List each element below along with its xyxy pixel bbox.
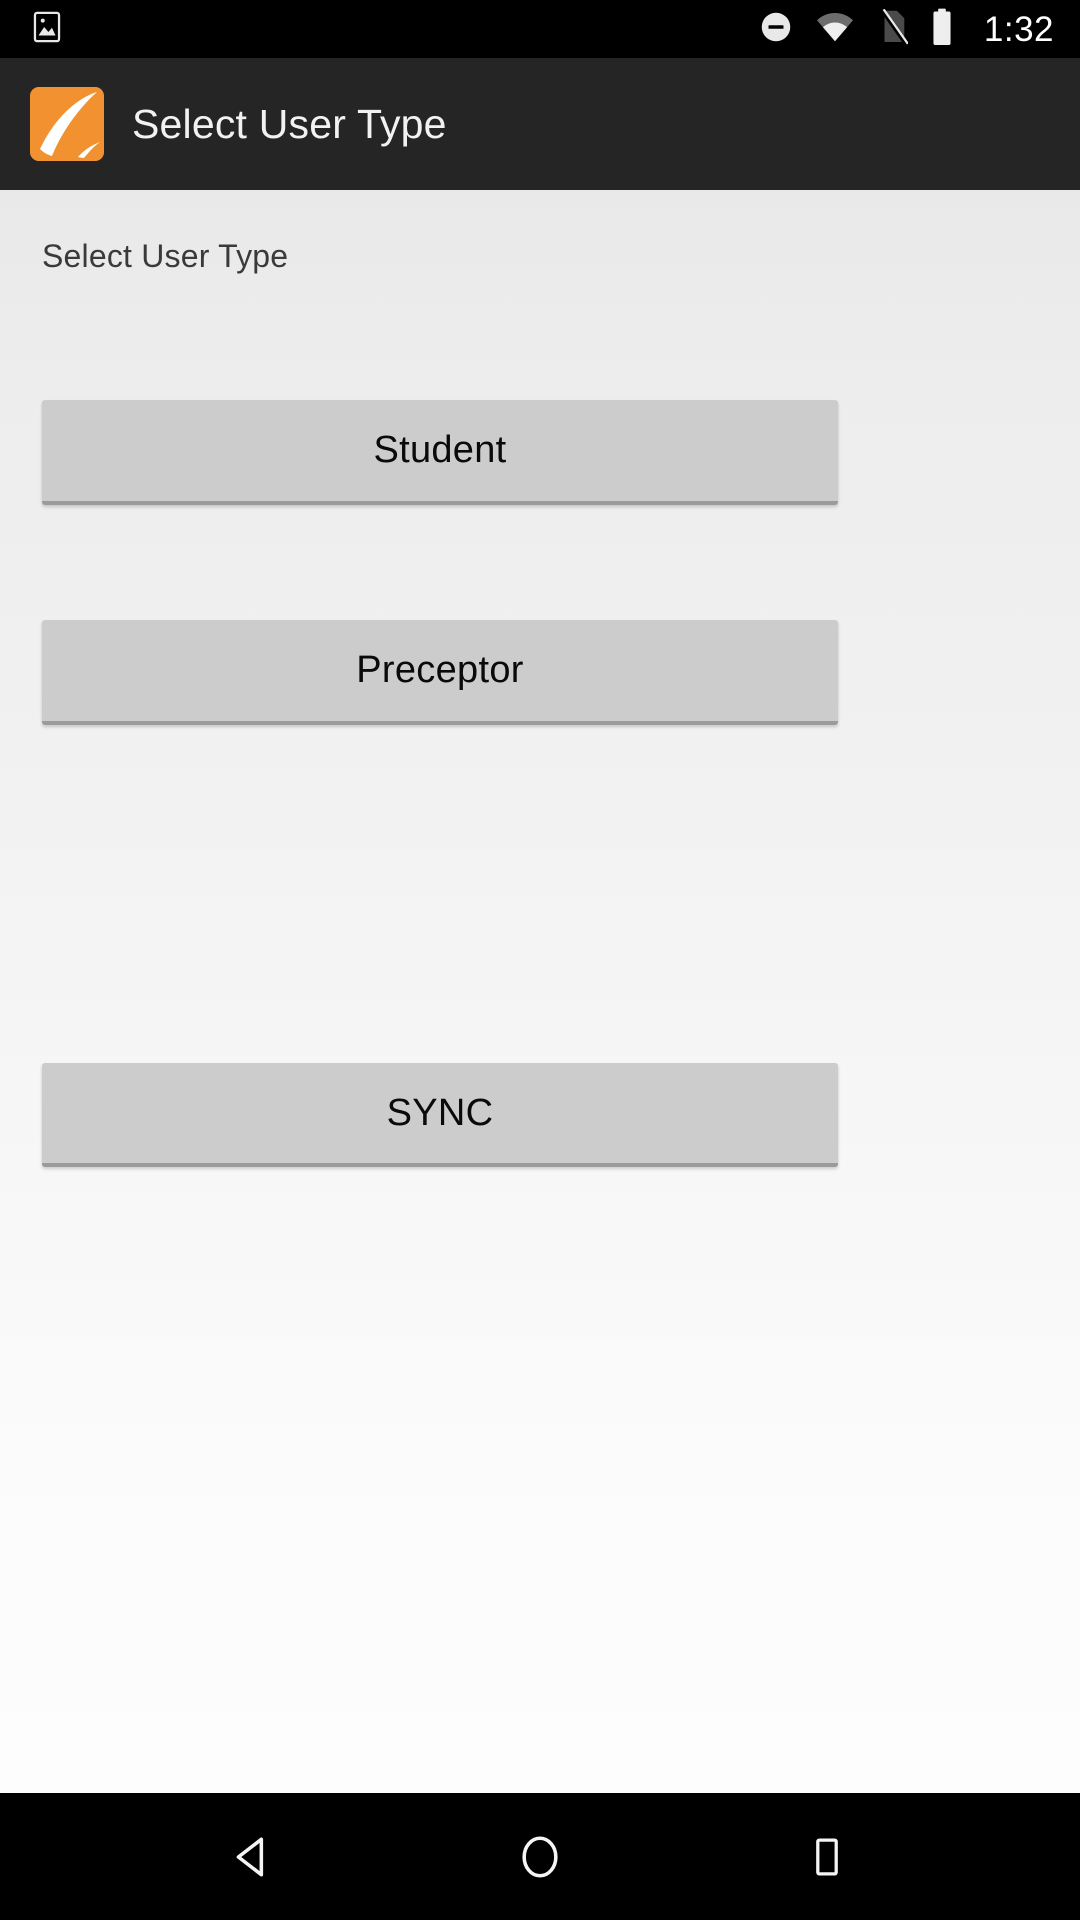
home-circle-icon[interactable]	[480, 1793, 600, 1920]
section-label: Select User Type	[42, 238, 289, 274]
status-bar-system-icons: 1:32	[758, 8, 1054, 51]
do-not-disturb-icon	[758, 9, 794, 50]
main-content: Select User Type Student Preceptor SYNC	[0, 190, 1080, 1793]
sync-button[interactable]: SYNC	[42, 1063, 838, 1167]
no-sim-card-icon	[876, 8, 909, 50]
back-triangle-icon[interactable]	[193, 1793, 313, 1920]
wifi-icon	[816, 12, 854, 47]
app-bar-title: Select User Type	[132, 100, 447, 147]
image-icon	[30, 10, 64, 49]
status-bar-clock: 1:32	[983, 9, 1054, 49]
status-bar-notifications	[30, 10, 64, 49]
battery-full-icon	[930, 8, 954, 51]
app-bar: Select User Type	[0, 58, 1080, 190]
preceptor-button[interactable]: Preceptor	[42, 620, 838, 725]
app-logo-leaf-icon	[30, 87, 104, 161]
navigation-bar	[0, 1793, 1080, 1920]
student-button[interactable]: Student	[42, 400, 838, 505]
android-screen: 1:32 Select User Type Select User Type S…	[0, 0, 1080, 1920]
status-bar: 1:32	[0, 0, 1080, 58]
recents-square-icon[interactable]	[767, 1793, 887, 1920]
